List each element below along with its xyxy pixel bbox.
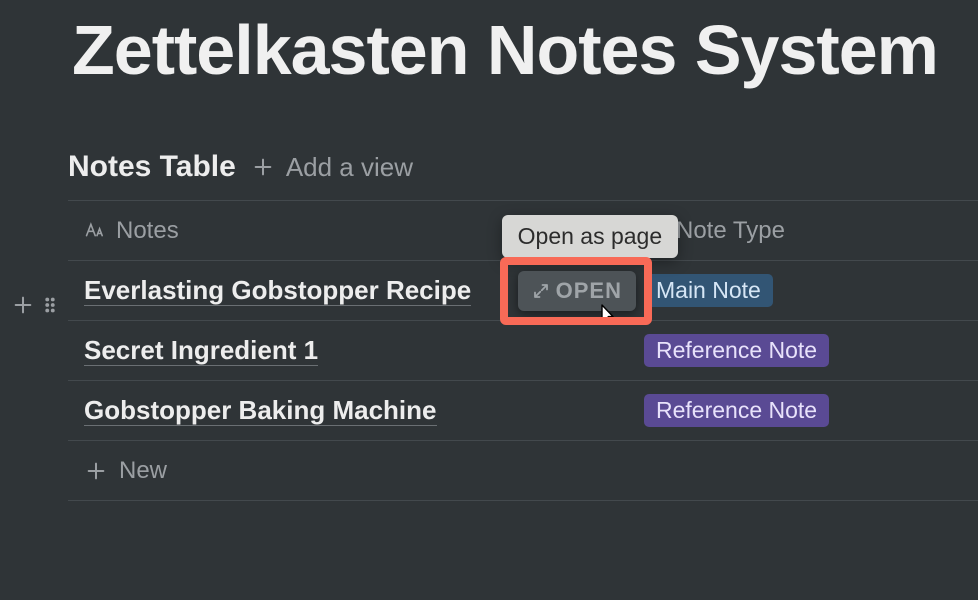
column-header-notes-label: Notes bbox=[116, 217, 179, 245]
new-row-label: New bbox=[119, 457, 167, 485]
column-header-type-label: Note Type bbox=[676, 217, 785, 245]
plus-icon bbox=[250, 154, 276, 180]
text-property-icon bbox=[84, 220, 106, 242]
table-row[interactable]: Secret Ingredient 1 Reference Note bbox=[68, 321, 978, 381]
table-header-row: Notes Table Add a view bbox=[68, 150, 978, 200]
add-row-button[interactable] bbox=[12, 294, 34, 316]
add-view-label: Add a view bbox=[286, 152, 413, 183]
open-button-label: OPEN bbox=[556, 278, 622, 304]
note-type-tag[interactable]: Main Note bbox=[644, 274, 773, 307]
drag-handle-icon[interactable] bbox=[42, 294, 58, 316]
notes-table-block: Notes Table Add a view Notes bbox=[68, 150, 978, 501]
note-type-tag[interactable]: Reference Note bbox=[644, 334, 829, 367]
note-title-link[interactable]: Gobstopper Baking Machine bbox=[84, 396, 437, 427]
open-as-page-tooltip: Open as page bbox=[502, 215, 679, 258]
note-title-link[interactable]: Everlasting Gobstopper Recipe bbox=[84, 276, 471, 307]
page-title: Zettelkasten Notes System bbox=[0, 0, 978, 90]
column-header-type[interactable]: Note Type bbox=[628, 201, 978, 261]
expand-icon bbox=[532, 282, 550, 300]
open-page-button[interactable]: OPEN bbox=[518, 271, 636, 311]
note-title-link[interactable]: Secret Ingredient 1 bbox=[84, 336, 318, 367]
notes-table: Notes Note Type bbox=[68, 200, 978, 501]
note-type-tag[interactable]: Reference Note bbox=[644, 394, 829, 427]
plus-icon bbox=[85, 460, 107, 482]
table-title: Notes Table bbox=[68, 150, 236, 184]
add-view-button[interactable]: Add a view bbox=[250, 152, 413, 183]
row-gutter bbox=[12, 275, 58, 335]
new-row-button[interactable]: New bbox=[68, 441, 978, 501]
table-row[interactable]: Everlasting Gobstopper Recipe Open as pa… bbox=[68, 261, 978, 321]
table-row[interactable]: Gobstopper Baking Machine Reference Note bbox=[68, 381, 978, 441]
